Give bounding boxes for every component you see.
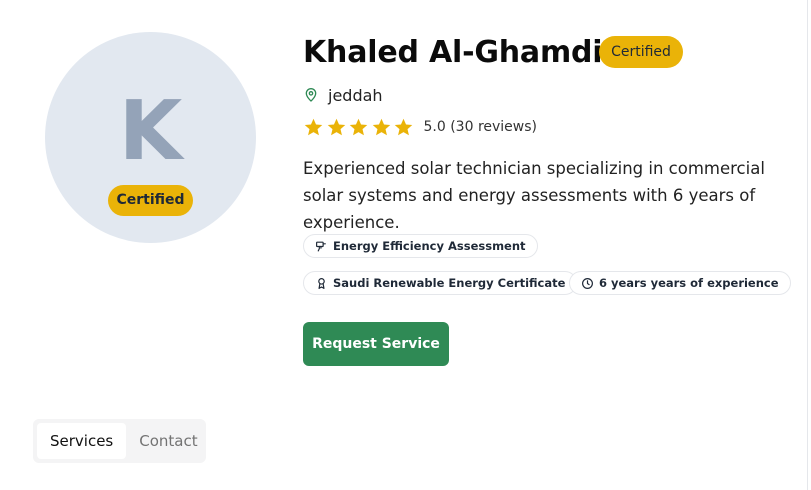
avatar-initial: K — [118, 84, 183, 179]
star-rating — [303, 117, 416, 138]
tab-services[interactable]: Services — [37, 423, 127, 459]
avatar: K Certified — [45, 32, 256, 243]
rating: 5.0 (30 reviews) — [303, 116, 537, 138]
avatar-certified-badge: Certified — [108, 185, 193, 216]
location: jeddah — [303, 84, 383, 106]
certification-chip: Saudi Renewable Energy Certificate — [303, 271, 578, 295]
star-icon — [327, 118, 345, 135]
map-pin-icon — [305, 88, 317, 102]
certification-chip-label: Saudi Renewable Energy Certificate — [333, 276, 566, 290]
award-icon — [318, 277, 325, 289]
clock-icon — [582, 277, 593, 289]
profile-description: Experienced solar technician specializin… — [303, 159, 765, 232]
star-icon — [372, 118, 390, 135]
star-icon — [394, 118, 413, 135]
star-icon — [349, 118, 368, 135]
page-divider — [807, 0, 808, 490]
location-text: jeddah — [328, 85, 383, 105]
skill-chip: Energy Efficiency Assessment — [303, 234, 538, 258]
tab-list: Services Contact — [33, 419, 206, 463]
tab-contact[interactable]: Contact — [126, 423, 210, 459]
experience-chip-label: 6 years years of experience — [599, 276, 779, 290]
request-service-button[interactable]: Request Service — [303, 322, 449, 366]
experience-chip: 6 years years of experience — [569, 271, 791, 295]
profile-name: Khaled Al-Ghamdi — [303, 35, 603, 70]
star-icon — [304, 118, 323, 135]
certified-badge: Certified — [599, 36, 683, 68]
skill-chip-label: Energy Efficiency Assessment — [333, 239, 526, 253]
tool-icon — [316, 241, 326, 251]
rating-text: 5.0 (30 reviews) — [423, 119, 538, 135]
